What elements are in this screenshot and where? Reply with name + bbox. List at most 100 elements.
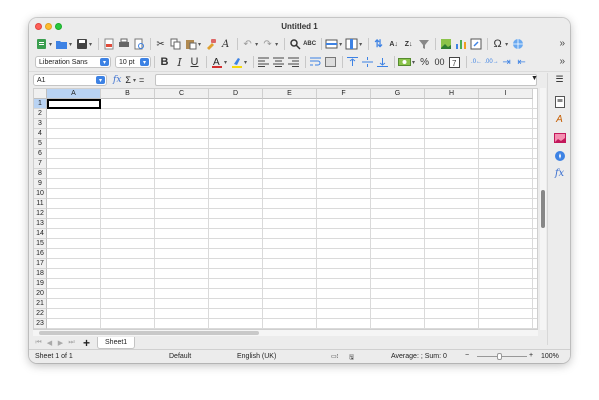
properties-icon[interactable] xyxy=(553,95,566,108)
spellcheck-icon[interactable]: ABC xyxy=(303,38,316,51)
row-header-22[interactable]: 22 xyxy=(34,309,47,319)
highlight-color-icon[interactable] xyxy=(230,56,243,69)
row-header-13[interactable]: 13 xyxy=(34,219,47,229)
gallery-icon[interactable] xyxy=(553,131,566,144)
chevron-down-icon[interactable]: ▾ xyxy=(89,41,92,48)
selection-summary[interactable]: Average: ; Sum: 0 xyxy=(391,353,447,360)
formula-input[interactable] xyxy=(155,74,537,86)
row-header-10[interactable]: 10 xyxy=(34,189,47,199)
cell-cursor[interactable] xyxy=(47,99,101,109)
align-middle-icon[interactable] xyxy=(361,56,374,69)
next-sheet-icon[interactable]: ▶ xyxy=(55,339,66,347)
bold-button[interactable]: B xyxy=(158,56,171,69)
row-header-1[interactable]: 1 xyxy=(34,99,47,109)
align-top-icon[interactable] xyxy=(346,56,359,69)
page-style[interactable]: Default xyxy=(169,353,191,360)
insert-chart-icon[interactable] xyxy=(454,38,467,51)
sort-ascending-icon[interactable]: A↓ xyxy=(387,38,400,51)
row-header-9[interactable]: 9 xyxy=(34,179,47,189)
chevron-down-icon[interactable]: ▾ xyxy=(255,41,258,48)
font-color-icon[interactable]: A xyxy=(210,56,223,69)
chevron-down-icon[interactable]: ▾ xyxy=(359,41,362,48)
zoom-out-button[interactable]: − xyxy=(465,352,469,359)
chevron-down-icon[interactable]: ▾ xyxy=(133,77,136,84)
row-header-5[interactable]: 5 xyxy=(34,139,47,149)
row-header-4[interactable]: 4 xyxy=(34,129,47,139)
row-icon[interactable] xyxy=(325,38,338,51)
undo-icon[interactable]: ↶ xyxy=(241,38,254,51)
row-header-16[interactable]: 16 xyxy=(34,249,47,259)
hyperlink-icon[interactable] xyxy=(511,38,524,51)
name-box[interactable]: A1 ▾ xyxy=(33,74,107,86)
row-header-3[interactable]: 3 xyxy=(34,119,47,129)
row-header-19[interactable]: 19 xyxy=(34,279,47,289)
chevron-down-icon[interactable]: ▾ xyxy=(339,41,342,48)
row-header-20[interactable]: 20 xyxy=(34,289,47,299)
styles-icon[interactable]: A xyxy=(553,113,566,126)
align-right-icon[interactable] xyxy=(287,56,300,69)
toolbar-overflow-button[interactable]: » xyxy=(559,38,565,49)
row-header-12[interactable]: 12 xyxy=(34,209,47,219)
redo-icon[interactable]: ↷ xyxy=(261,38,274,51)
add-sheet-button[interactable]: + xyxy=(83,336,90,350)
sum-button[interactable]: Σ xyxy=(125,75,131,85)
spreadsheet-grid[interactable]: A B C D E F G H I 1 2 3 4 5 6 7 8 9 10 11 12 13 14 15 16 17 18 19 20… xyxy=(33,88,538,330)
zoom-level[interactable]: 100% xyxy=(541,353,559,360)
print-icon[interactable] xyxy=(117,38,130,51)
wrap-text-icon[interactable] xyxy=(309,56,322,69)
align-center-icon[interactable] xyxy=(272,56,285,69)
previous-sheet-icon[interactable]: ◀ xyxy=(44,339,55,347)
row-header-6[interactable]: 6 xyxy=(34,149,47,159)
row-header-7[interactable]: 7 xyxy=(34,159,47,169)
font-size-combo[interactable]: 10 pt ▾ xyxy=(115,56,151,68)
percent-format-button[interactable]: % xyxy=(418,56,431,69)
chevron-down-icon[interactable]: ▾ xyxy=(96,76,105,84)
chevron-down-icon[interactable]: ▾ xyxy=(69,41,72,48)
chevron-down-icon[interactable]: ▾ xyxy=(49,41,52,48)
column-icon[interactable] xyxy=(345,38,358,51)
selection-mode-icon[interactable]: ▭⁝ xyxy=(331,353,339,360)
functions-icon[interactable]: fx xyxy=(553,167,566,180)
expand-formula-icon[interactable]: ▼ xyxy=(531,75,538,82)
first-sheet-icon[interactable]: ⏮ xyxy=(33,339,44,347)
increase-indent-icon[interactable]: ⇥ xyxy=(500,56,513,69)
select-all-corner[interactable] xyxy=(34,89,47,99)
column-header-d[interactable]: D xyxy=(209,89,263,99)
column-header-h[interactable]: H xyxy=(425,89,479,99)
add-decimal-icon[interactable]: .0← xyxy=(470,56,483,69)
export-pdf-icon[interactable] xyxy=(102,38,115,51)
merge-cells-icon[interactable] xyxy=(324,56,337,69)
chevron-down-icon[interactable]: ▾ xyxy=(224,59,227,66)
clear-formatting-icon[interactable]: A xyxy=(219,38,232,51)
chevron-down-icon[interactable]: ▾ xyxy=(244,59,247,66)
pivot-table-icon[interactable] xyxy=(469,38,482,51)
row-header-8[interactable]: 8 xyxy=(34,169,47,179)
sort-icon[interactable]: ⇅ xyxy=(372,38,385,51)
horizontal-scroll-thumb[interactable] xyxy=(39,331,259,335)
sidebar-menu-icon[interactable]: ☰ xyxy=(553,73,566,86)
chevron-down-icon[interactable]: ▾ xyxy=(275,41,278,48)
clone-formatting-icon[interactable] xyxy=(204,38,217,51)
sort-descending-icon[interactable]: Z↓ xyxy=(402,38,415,51)
column-header-a[interactable]: A xyxy=(47,89,101,99)
cut-icon[interactable]: ✂ xyxy=(154,38,167,51)
column-header-i[interactable]: I xyxy=(479,89,533,99)
print-preview-icon[interactable] xyxy=(132,38,145,51)
save-icon[interactable] xyxy=(75,38,88,51)
vertical-scrollbar[interactable] xyxy=(540,88,546,330)
zoom-slider-handle[interactable] xyxy=(497,353,502,360)
last-sheet-icon[interactable]: ⏭ xyxy=(66,339,77,347)
column-header-b[interactable]: B xyxy=(101,89,155,99)
row-header-15[interactable]: 15 xyxy=(34,239,47,249)
find-replace-icon[interactable] xyxy=(288,38,301,51)
align-left-icon[interactable] xyxy=(257,56,270,69)
chevron-down-icon[interactable]: ▾ xyxy=(412,59,415,66)
row-header-11[interactable]: 11 xyxy=(34,199,47,209)
delete-decimal-icon[interactable]: .00→ xyxy=(484,56,498,69)
insert-image-icon[interactable] xyxy=(439,38,452,51)
chevron-down-icon[interactable]: ▾ xyxy=(100,58,109,66)
language[interactable]: English (UK) xyxy=(237,353,276,360)
chevron-down-icon[interactable]: ▾ xyxy=(140,58,149,66)
sheet-tab[interactable]: Sheet1 xyxy=(97,336,136,349)
chevron-down-icon[interactable]: ▾ xyxy=(505,41,508,48)
